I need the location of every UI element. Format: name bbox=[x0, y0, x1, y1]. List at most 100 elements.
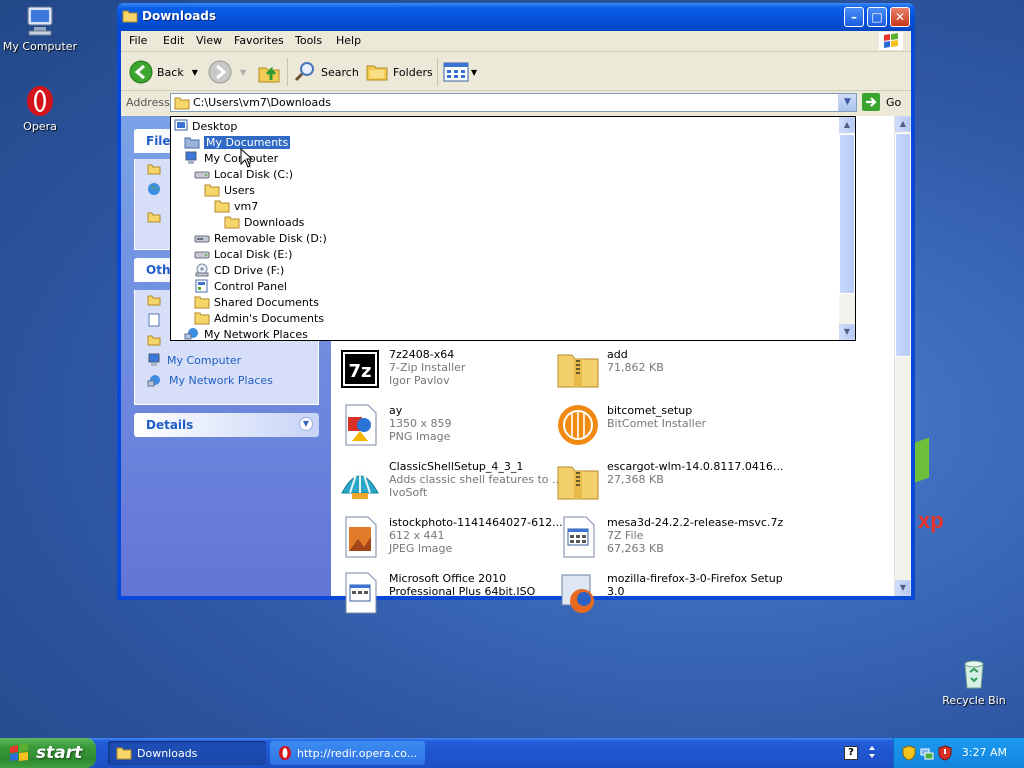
scroll-thumb[interactable] bbox=[895, 133, 911, 357]
forward-dropdown-icon[interactable]: ▼ bbox=[240, 68, 246, 77]
file-item[interactable]: Microsoft Office 2010 Professional Plus … bbox=[332, 568, 542, 618]
dropdown-item-label: Admin's Documents bbox=[214, 311, 325, 325]
up-folder-button[interactable] bbox=[257, 60, 281, 84]
chevron-down-icon[interactable]: ▼ bbox=[299, 417, 313, 431]
file-tasks-title: File bbox=[146, 134, 171, 148]
dropdown-item-vm7[interactable]: vm7 bbox=[214, 198, 258, 214]
back-dropdown-icon[interactable]: ▼ bbox=[192, 68, 198, 77]
scroll-up-button[interactable]: ▲ bbox=[895, 116, 911, 132]
menu-file[interactable]: File bbox=[129, 34, 147, 47]
security-shield-icon[interactable] bbox=[902, 745, 916, 761]
views-dropdown-icon[interactable]: ▼ bbox=[471, 68, 477, 77]
file-list-scrollbar[interactable]: ▲ ▼ bbox=[894, 116, 911, 596]
dropdown-item-cd-drive-f[interactable]: CD Drive (F:) bbox=[194, 262, 284, 278]
tray-arrows-icon[interactable] bbox=[866, 743, 878, 761]
documents-icon bbox=[148, 313, 160, 327]
forward-button[interactable]: ▼ bbox=[208, 60, 246, 84]
details-header[interactable]: Details ▼ bbox=[134, 413, 319, 437]
dropdown-item-label: Downloads bbox=[244, 215, 305, 229]
maximize-button[interactable]: □ bbox=[867, 7, 887, 27]
back-label: Back bbox=[157, 65, 184, 79]
file-item[interactable]: istockphoto-1141464027-612... 612 x 441 … bbox=[332, 512, 563, 562]
go-arrow-icon bbox=[862, 93, 880, 111]
other-place-my-computer[interactable]: My Computer bbox=[135, 350, 318, 370]
chevron-up-icon: ▲ bbox=[843, 120, 851, 129]
dropdown-item-shared-documents[interactable]: Shared Documents bbox=[194, 294, 319, 310]
file-detail: 612 x 441 bbox=[389, 529, 445, 542]
other-place-my-network-places[interactable]: My Network Places bbox=[135, 370, 318, 390]
scroll-up-button[interactable]: ▲ bbox=[839, 117, 855, 133]
file-name: ClassicShellSetup_4_3_1 bbox=[389, 460, 524, 473]
taskbar-button-downloads[interactable]: Downloads bbox=[108, 741, 266, 765]
title-bar[interactable]: Downloads – □ ✕ bbox=[117, 3, 915, 31]
xp-wallpaper-logo: xp bbox=[918, 508, 944, 533]
menu-help[interactable]: Help bbox=[336, 34, 361, 47]
dropdown-item-my-network-places[interactable]: My Network Places bbox=[184, 326, 308, 342]
iso-file-icon bbox=[345, 572, 377, 614]
other-place-label: My Computer bbox=[167, 353, 242, 367]
opera-icon bbox=[279, 746, 291, 760]
file-item[interactable]: mesa3d-24.2.2-release-msvc.7z 7Z File 67… bbox=[550, 512, 783, 562]
desktop-icon-recycle-bin[interactable]: Recycle Bin bbox=[934, 658, 1014, 707]
dropdown-item-my-computer[interactable]: My Computer bbox=[184, 150, 278, 166]
dropdown-item-local-disk-c[interactable]: Local Disk (C:) bbox=[194, 166, 293, 182]
menu-favorites[interactable]: Favorites bbox=[234, 34, 284, 47]
windows-flag-icon bbox=[879, 32, 903, 50]
minimize-button[interactable]: – bbox=[844, 7, 864, 27]
go-button[interactable]: Go bbox=[862, 93, 901, 111]
chevron-up-icon: ▲ bbox=[899, 119, 907, 128]
desktop-icon-opera[interactable]: Opera bbox=[0, 84, 80, 133]
file-item[interactable]: mozilla-firefox-3-0-Firefox Setup 3.0 bbox=[550, 568, 783, 618]
file-name: add bbox=[607, 348, 628, 361]
dropdown-item-admins-documents[interactable]: Admin's Documents bbox=[194, 310, 324, 326]
folders-button[interactable]: Folders bbox=[365, 60, 433, 84]
dropdown-item-desktop[interactable]: Desktop bbox=[174, 118, 237, 134]
back-button[interactable]: Back ▼ bbox=[129, 60, 198, 84]
file-item[interactable]: escargot-wlm-14.0.8117.0416... 27,368 KB bbox=[550, 456, 783, 506]
file-item[interactable]: add 71,862 KB bbox=[550, 344, 760, 394]
address-input[interactable]: C:\Users\vm7\Downloads ▼ bbox=[170, 93, 857, 112]
dropdown-item-my-documents[interactable]: My Documents bbox=[184, 134, 291, 150]
dropdown-item-label: Local Disk (E:) bbox=[214, 247, 293, 261]
menu-view[interactable]: View bbox=[196, 34, 222, 47]
security-alert-icon[interactable] bbox=[938, 745, 952, 761]
menu-bar: File Edit View Favorites Tools Help bbox=[121, 31, 911, 52]
desktop-icon-my-computer[interactable]: My Computer bbox=[0, 4, 80, 53]
address-dropdown-button[interactable]: ▼ bbox=[838, 94, 856, 111]
views-button[interactable]: ▼ bbox=[443, 60, 477, 84]
file-item[interactable]: ay 1350 x 859 PNG Image bbox=[332, 400, 542, 450]
dropdown-scrollbar[interactable]: ▲ ▼ bbox=[839, 117, 855, 340]
search-button[interactable]: Search bbox=[293, 60, 359, 84]
dropdown-item-downloads[interactable]: Downloads bbox=[224, 214, 304, 230]
file-item[interactable]: bitcomet_setup BitComet Installer bbox=[550, 400, 760, 450]
7zip-icon: 7z bbox=[341, 350, 379, 388]
documents-icon bbox=[184, 137, 200, 149]
file-detail: 7Z File bbox=[607, 529, 644, 542]
dropdown-item-local-disk-e[interactable]: Local Disk (E:) bbox=[194, 246, 292, 262]
address-dropdown-list[interactable]: Desktop My Documents My Computer Local D… bbox=[170, 116, 856, 341]
close-button[interactable]: ✕ bbox=[890, 7, 910, 27]
dropdown-item-removable-disk-d[interactable]: Removable Disk (D:) bbox=[194, 230, 327, 246]
svg-text:7z: 7z bbox=[348, 361, 371, 382]
file-item[interactable]: 7z 7z2408-x64 7-Zip Installer Igor Pavlo… bbox=[332, 344, 542, 394]
network-icon bbox=[184, 328, 198, 340]
network-tray-icon[interactable] bbox=[920, 745, 934, 761]
taskbar: start Downloads http://redir.opera.co...… bbox=[0, 738, 1024, 768]
scroll-thumb[interactable] bbox=[839, 134, 855, 294]
help-tray-button[interactable]: ? bbox=[844, 746, 858, 760]
desktop-icon-label: Recycle Bin bbox=[942, 694, 1006, 707]
scroll-down-button[interactable]: ▼ bbox=[895, 580, 911, 596]
scroll-down-button[interactable]: ▼ bbox=[839, 324, 855, 340]
dropdown-item-users[interactable]: Users bbox=[204, 182, 255, 198]
taskbar-button-opera[interactable]: http://redir.opera.co... bbox=[270, 741, 425, 765]
dropdown-item-control-panel[interactable]: Control Panel bbox=[194, 278, 287, 294]
file-item[interactable]: ClassicShellSetup_4_3_1 Adds classic she… bbox=[332, 456, 562, 506]
start-button[interactable]: start bbox=[0, 738, 96, 768]
details-panel: Details ▼ bbox=[134, 413, 319, 437]
menu-edit[interactable]: Edit bbox=[163, 34, 184, 47]
folder-icon bbox=[194, 296, 210, 309]
chevron-down-icon: ▼ bbox=[844, 97, 851, 107]
desktop-icon bbox=[174, 119, 188, 131]
menu-tools[interactable]: Tools bbox=[295, 34, 322, 47]
file-detail: IvoSoft bbox=[389, 486, 428, 499]
